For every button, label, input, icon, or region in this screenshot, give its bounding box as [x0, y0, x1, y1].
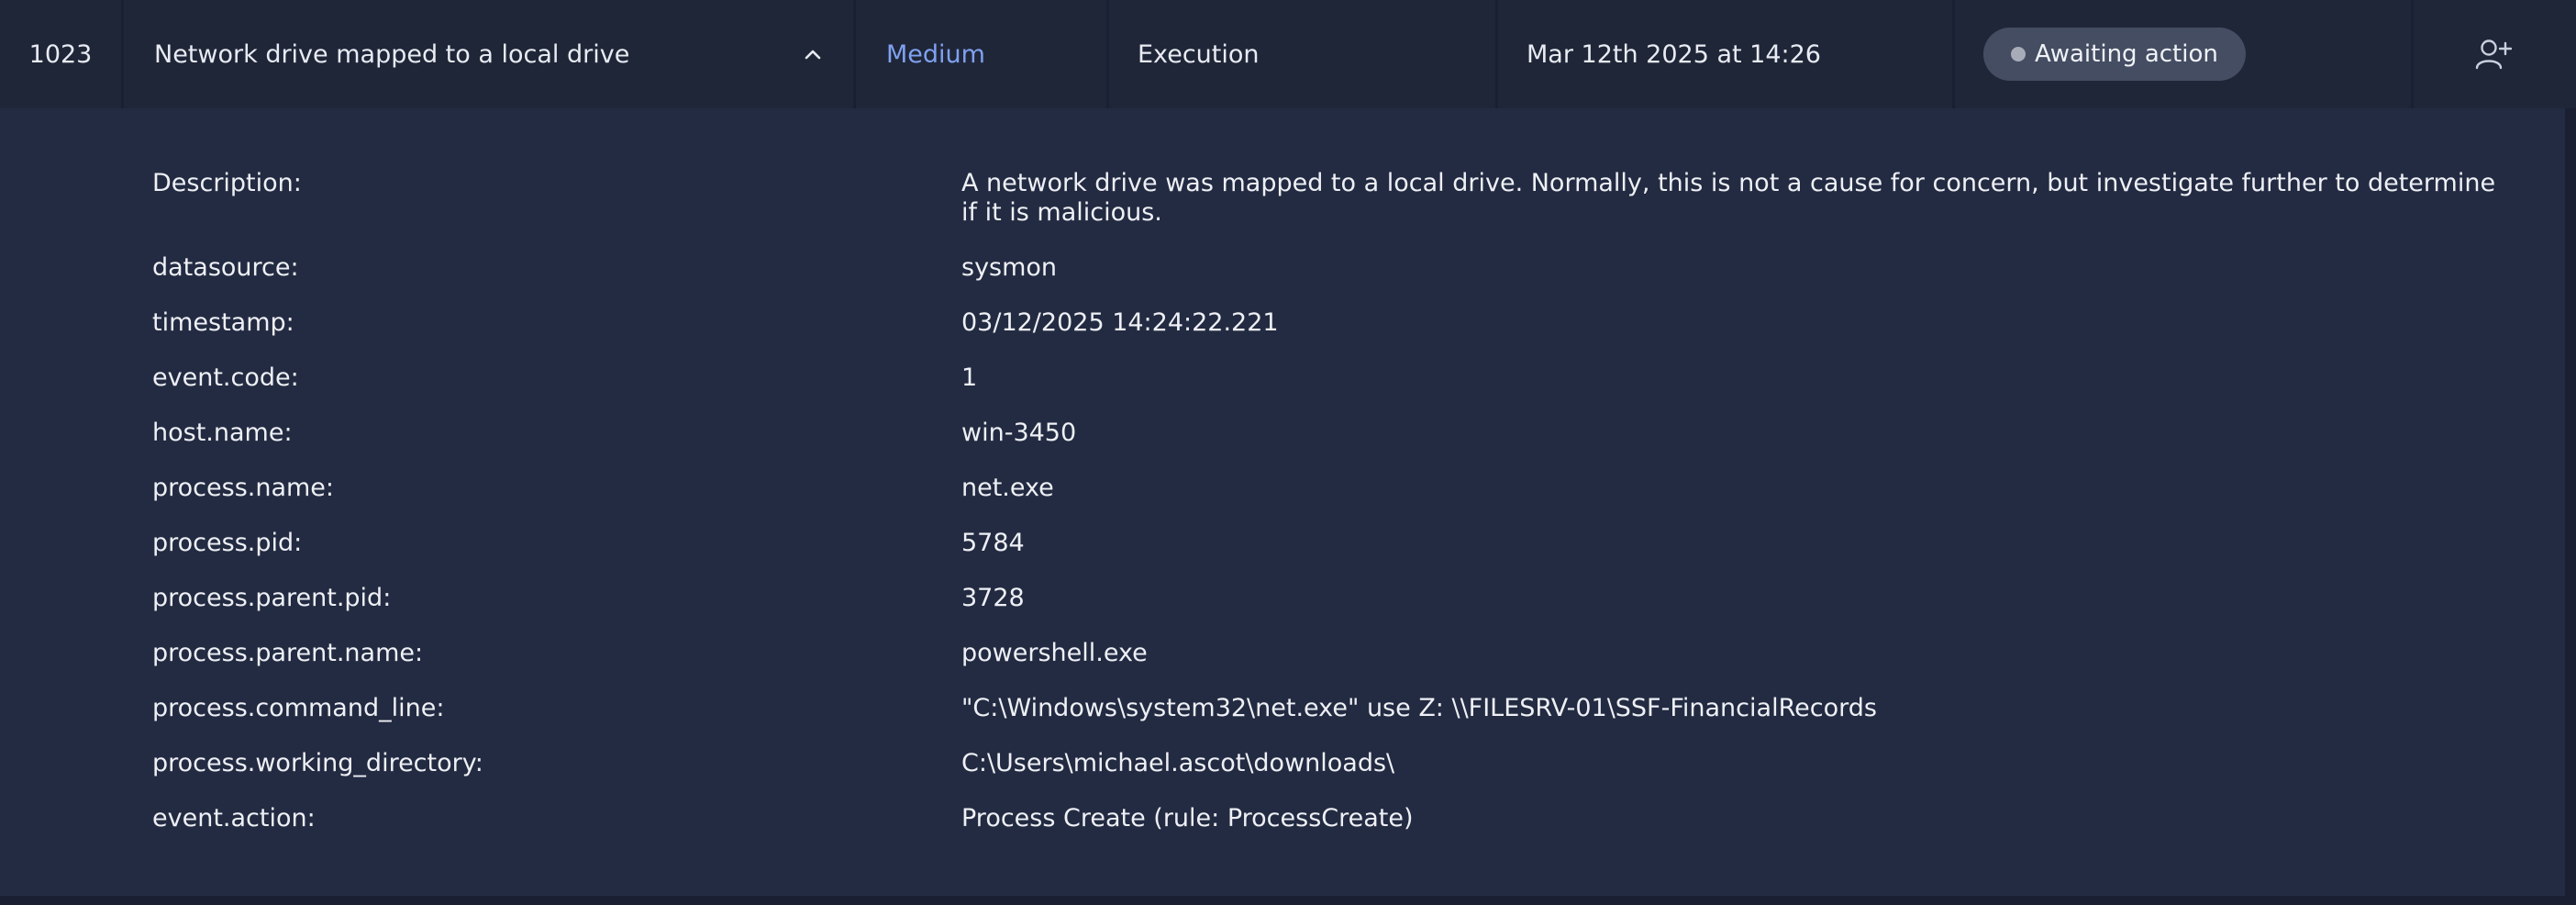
detail-key: process.command_line:: [152, 694, 445, 722]
severity-cell: Medium: [853, 0, 1106, 108]
detail-key: process.pid:: [152, 529, 303, 557]
detail-value: 5784: [961, 529, 1025, 557]
add-user-icon[interactable]: [2475, 38, 2512, 71]
chevron-up-icon[interactable]: [804, 45, 822, 63]
alert-id-cell: 1023: [0, 0, 121, 108]
detail-key: process.parent.pid:: [152, 584, 392, 612]
detail-key: event.action:: [152, 804, 316, 832]
detail-value: net.exe: [961, 474, 1054, 502]
detail-value: "C:\Windows\system32\net.exe" use Z: \\F…: [961, 694, 1877, 722]
detail-key: host.name:: [152, 419, 293, 447]
assign-cell: [2411, 0, 2576, 108]
column-divider: [1495, 0, 1498, 108]
detail-row: Description: A network drive was mapped t…: [0, 169, 2565, 228]
status-badge[interactable]: Awaiting action: [1983, 28, 2246, 81]
alert-row[interactable]: 1023 Network drive mapped to a local dri…: [0, 0, 2576, 108]
severity-label: Medium: [886, 39, 985, 69]
detail-value: 3728: [961, 584, 1025, 612]
column-divider: [853, 0, 856, 108]
detail-row: datasource: sysmon: [0, 253, 2565, 283]
detail-row: process.parent.name: powershell.exe: [0, 639, 2565, 668]
status-cell: Awaiting action: [1952, 0, 2411, 108]
alert-id: 1023: [28, 39, 93, 69]
alert-title: Network drive mapped to a local drive: [154, 39, 630, 69]
detail-value: A network drive was mapped to a local dr…: [961, 169, 2496, 227]
column-divider: [1106, 0, 1109, 108]
detail-row: process.command_line: "C:\Windows\system3…: [0, 694, 2565, 723]
alert-details-panel: Description: A network drive was mapped t…: [0, 108, 2565, 896]
detail-key: datasource:: [152, 253, 299, 282]
category-cell: Execution: [1106, 0, 1495, 108]
detail-key: Description:: [152, 169, 302, 197]
detail-key: event.code:: [152, 363, 299, 392]
detail-row: event.action: Process Create (rule: Proce…: [0, 804, 2565, 833]
detail-key: timestamp:: [152, 308, 294, 337]
status-dot-icon: [2011, 47, 2026, 61]
status-label: Awaiting action: [2035, 40, 2218, 68]
detail-row: process.pid: 5784: [0, 529, 2565, 558]
detail-row: process.parent.pid: 3728: [0, 584, 2565, 613]
alert-date: Mar 12th 2025 at 14:26: [1527, 39, 1821, 69]
detail-value: win-3450: [961, 419, 1077, 447]
detail-key: process.working_directory:: [152, 749, 483, 777]
alert-title-cell[interactable]: Network drive mapped to a local drive: [121, 0, 853, 108]
detail-key: process.parent.name:: [152, 639, 424, 667]
detail-value: C:\Users\michael.ascot\downloads\: [961, 749, 1395, 777]
detail-row: event.code: 1: [0, 363, 2565, 393]
column-divider: [2411, 0, 2414, 108]
detail-value: powershell.exe: [961, 639, 1148, 667]
detail-value: 03/12/2025 14:24:22.221: [961, 308, 1279, 337]
detail-row: timestamp: 03/12/2025 14:24:22.221: [0, 308, 2565, 338]
category-label: Execution: [1138, 39, 1260, 69]
detail-row: host.name: win-3450: [0, 419, 2565, 448]
detail-row: process.working_directory: C:\Users\micha…: [0, 749, 2565, 778]
date-cell: Mar 12th 2025 at 14:26: [1495, 0, 1952, 108]
detail-value: 1: [961, 363, 978, 392]
detail-key: process.name:: [152, 474, 335, 502]
detail-value: Process Create (rule: ProcessCreate): [961, 804, 1414, 832]
column-divider: [1952, 0, 1955, 108]
detail-value: sysmon: [961, 253, 1058, 282]
detail-row: process.name: net.exe: [0, 474, 2565, 503]
column-divider: [121, 0, 124, 108]
